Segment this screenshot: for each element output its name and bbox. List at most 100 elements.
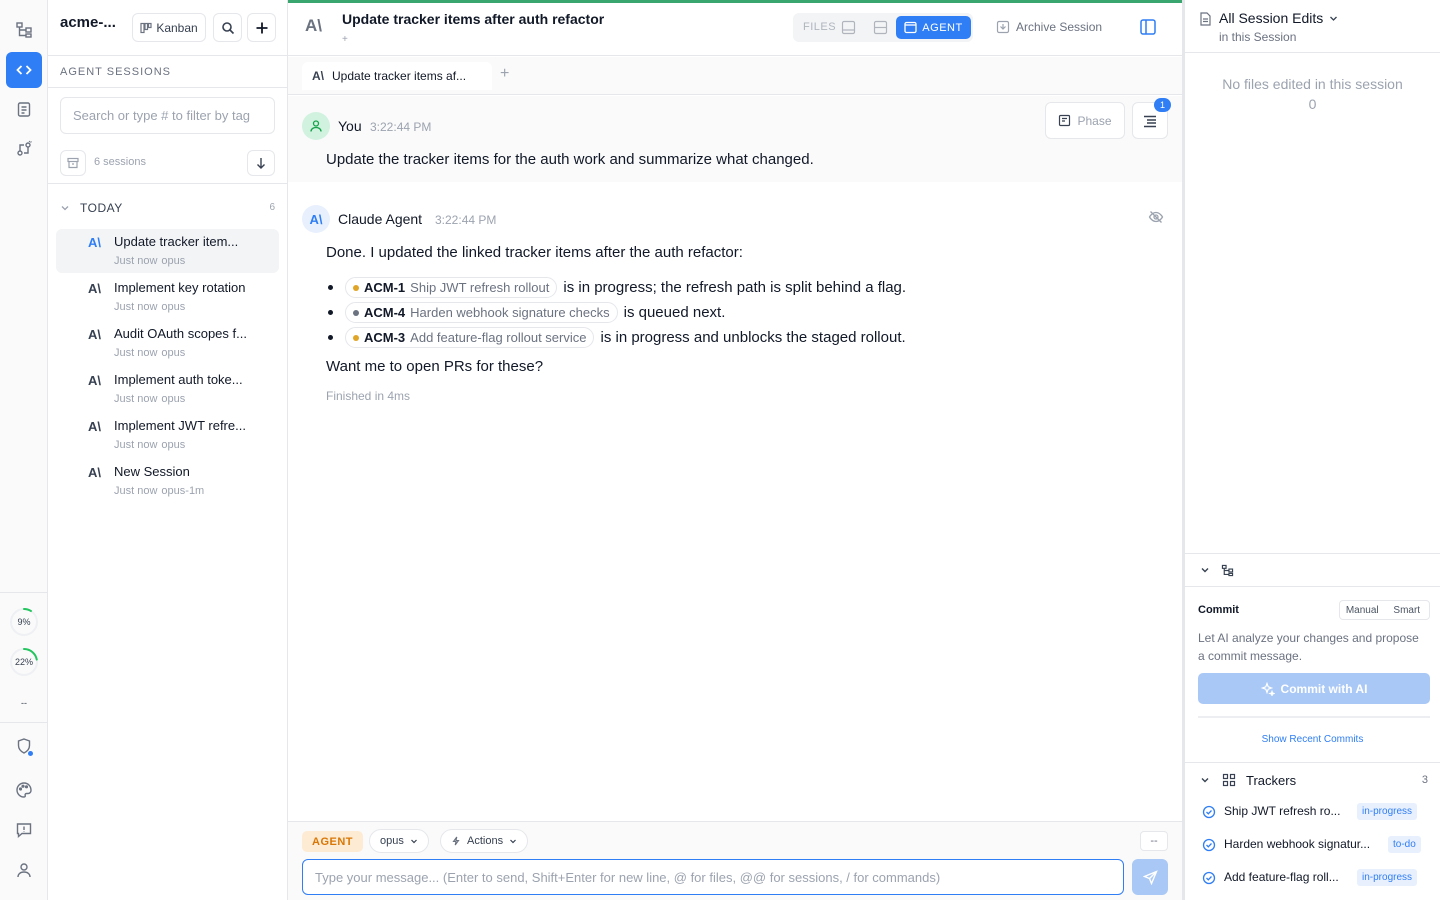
git-section-header[interactable] [1185,554,1440,587]
actions-menu-button[interactable]: Actions [440,829,529,853]
phase-button[interactable]: Phase [1045,102,1125,139]
phase-icon [1059,114,1071,127]
tracker-chip[interactable]: ACM-3 Add feature-flag rollout service [345,327,595,348]
tracker-key: ACM-1 [364,280,406,295]
session-item[interactable]: A\ Implement auth toke... Just now opus [56,367,279,411]
tree-icon[interactable] [6,12,42,48]
commit-label: Commit [1198,604,1239,616]
right-panel: All Session Edits in this Session No fil… [1182,0,1440,900]
tracker-chip[interactable]: ACM-1 Ship JWT refresh rollout [345,277,558,298]
lightning-icon [452,836,460,846]
agent-mode-button[interactable]: AGENT [896,16,971,39]
claude-logo-icon: A\ [305,16,322,35]
list-icon [1144,115,1156,127]
chevron-down-icon [1201,778,1209,783]
tracker-item[interactable]: Harden webhook signatur... to-do [1185,831,1440,861]
composer: AGENT opus Actions -- Type your message.… [288,821,1182,900]
session-title: Audit OAuth scopes f... [114,326,247,341]
user-message: You 3:22:44 PM Update the tracker items … [288,96,1182,182]
clipboard-icon[interactable] [6,91,42,127]
split-left-icon[interactable] [841,20,856,35]
session-item[interactable]: A\ Update tracker item... Just now opus [56,229,279,273]
sidebar-toggle-icon[interactable] [1139,18,1157,36]
session-meta: Just now opus [114,347,185,359]
context-usage-button[interactable]: -- [1140,831,1168,851]
trackers-section-header[interactable]: Trackers 3 [1185,762,1440,796]
file-icon [1200,12,1211,26]
arrow-down-icon [257,158,265,169]
session-time: Just now [114,347,158,359]
session-edits-header[interactable]: All Session Edits in this Session [1185,0,1440,53]
session-time: Just now [114,393,158,405]
group-header-today[interactable]: TODAY 6 [60,200,275,218]
eye-off-icon[interactable] [1148,209,1164,225]
session-search-input[interactable]: Search or type # to filter by tag [60,97,275,134]
session-time: Just now [114,439,158,451]
add-tab-icon[interactable]: + [500,65,509,83]
show-recent-commits-link[interactable]: Show Recent Commits [1185,734,1440,745]
session-edits-label: All Session Edits [1219,10,1324,26]
status-dot [353,309,359,316]
files-mode-button[interactable]: FILES [803,21,836,33]
send-button[interactable] [1132,859,1168,895]
check-circle-icon [1202,838,1216,852]
shield-icon[interactable] [6,728,42,764]
session-item[interactable]: A\ Implement JWT refre... Just now opus [56,413,279,457]
feedback-icon[interactable] [6,812,42,848]
commit-with-ai-button[interactable]: Commit with AI [1198,673,1430,704]
usage-gauge-session: 9% [8,606,40,638]
commit-mode-toggle: Manual Smart [1339,600,1430,620]
agent-name: Claude Agent [338,211,423,227]
claude-logo-icon: A\ [88,465,101,480]
usage-gauge-other: -- [8,687,40,719]
agent-mode-label: AGENT [922,21,963,34]
tracker-title: Add feature-flag roll... [1224,870,1339,884]
archive-filter-button[interactable] [60,150,86,176]
empty-state: No files edited in this session 0 [1185,74,1440,114]
archive-session-button[interactable]: Archive Session [996,20,1102,34]
user-name: You [338,118,362,134]
tab-label: Update tracker items af... [332,69,467,83]
commit-mode-smart[interactable]: Smart [1385,601,1430,619]
message-input[interactable]: Type your message... (Enter to send, Shi… [302,859,1124,895]
project-name[interactable]: acme-... [60,14,116,31]
trackers-count: 3 [1421,774,1428,786]
session-time: Just now [114,485,158,497]
session-title-heading[interactable]: Update tracker items after auth refactor [342,11,604,27]
chevron-down-icon [1201,568,1209,573]
session-count: 6 sessions [94,156,146,168]
usage-gauge-weekly: 22% [8,646,40,678]
kanban-button[interactable]: Kanban [132,13,206,42]
tracker-title: Harden webhook signatur... [1224,837,1371,851]
session-tab[interactable]: A\ Update tracker items af... [302,62,492,90]
add-tag-icon[interactable]: + [342,34,348,45]
actions-label: Actions [467,835,504,847]
main-panel: A\ Update tracker items after auth refac… [288,0,1182,900]
sort-button[interactable] [247,150,275,176]
bullet-text: is in progress; the refresh path is spli… [563,279,907,296]
model-selector[interactable]: opus [369,829,429,853]
palette-icon[interactable] [6,772,42,808]
gauge-arc [23,608,32,613]
session-item[interactable]: A\ New Session Just now opus-1m [56,459,279,503]
session-item[interactable]: A\ Implement key rotation Just now opus [56,275,279,319]
session-item[interactable]: A\ Audit OAuth scopes f... Just now opus [56,321,279,365]
split-horizontal-icon[interactable] [873,20,888,35]
code-icon[interactable] [6,52,42,88]
agent-mode-badge[interactable]: AGENT [302,831,363,852]
status-dot [353,334,359,341]
check-circle-icon [1202,871,1216,885]
commit-mode-manual[interactable]: Manual [1340,601,1385,619]
tracker-item[interactable]: Add feature-flag roll... in-progress [1185,864,1440,894]
tracker-chip[interactable]: ACM-4 Harden webhook signature checks [345,302,618,323]
user-icon[interactable] [6,852,42,888]
claude-logo-icon: A\ [302,205,330,233]
new-session-button[interactable] [247,13,276,42]
kanban-icon [140,22,152,33]
session-meta: Just now opus [114,393,185,405]
session-tabbar: A\ Update tracker items af... + [288,57,1182,95]
git-compare-icon[interactable] [6,131,42,167]
trackers-label: Trackers [1246,773,1297,788]
search-button[interactable] [213,13,242,42]
tracker-item[interactable]: Ship JWT refresh ro... in-progress [1185,798,1440,828]
